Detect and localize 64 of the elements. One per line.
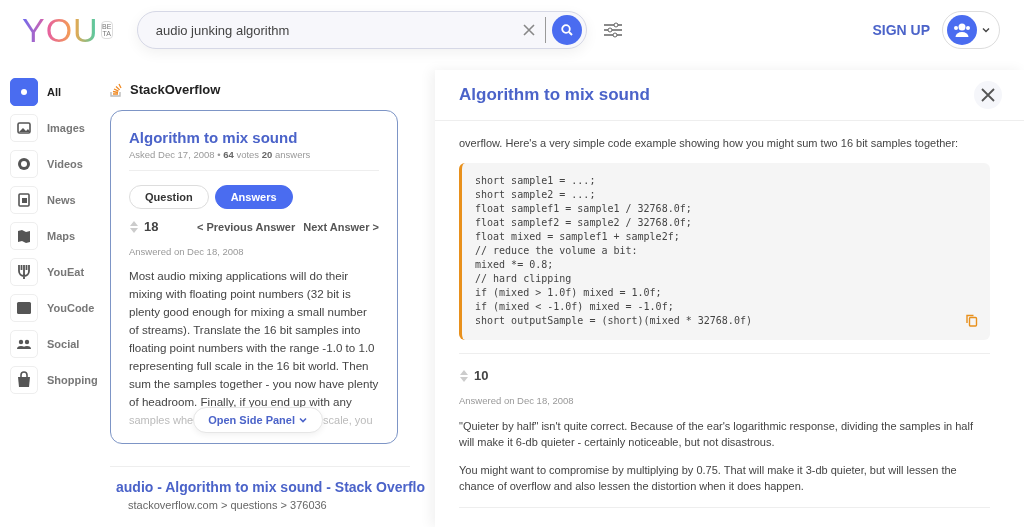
maps-icon bbox=[10, 222, 38, 250]
code-line: short outputSample = (short)(mixed * 32768.0f) bbox=[475, 314, 752, 328]
card-title[interactable]: Algorithm to mix sound bbox=[129, 129, 379, 146]
previous-answer-link[interactable]: < Previous Answer bbox=[196, 220, 296, 233]
close-icon bbox=[522, 24, 535, 36]
open-side-panel-button[interactable]: Open Side Panel bbox=[193, 407, 323, 433]
code-line: float samplef1 = sample1 / 32768.0f; bbox=[475, 202, 692, 216]
answer-text: Most audio mixing applications will do their mixing with floating point numbers (32 bit is plenty good enough for mixing a small number of streams). Translate the 16 bit samples into floating point numbers with the range -1.0 to 1.0 representing full scale in the 16 bit world. Then sum the samples together - you now have plenty of headroom. Finally, if you end up with any bbox=[129, 268, 379, 410]
search-input[interactable]: audio junking algorithm bbox=[153, 21, 513, 39]
sidebar-item[interactable]: Images bbox=[10, 114, 110, 142]
answer-date: Answered on Dec 18, 2008 bbox=[459, 395, 575, 406]
user-group-icon bbox=[947, 15, 977, 45]
code-line: // hard clipping bbox=[475, 272, 572, 286]
sidebar-item[interactable]: Social bbox=[10, 330, 110, 358]
code-line: short sample2 = ...; bbox=[475, 188, 596, 202]
search-field[interactable]: audio junking algorithm bbox=[136, 11, 587, 49]
vote-arrows-icon bbox=[459, 368, 469, 383]
videos-icon bbox=[10, 150, 38, 178]
answer-text: "Quieter by half" isn't quite correct. Because of the ear's logarithmic response, dividing the samples in half will make it 6-db quieter - certainly noticeable, but not disastrous. bbox=[459, 419, 974, 450]
filter-sliders-icon[interactable] bbox=[602, 22, 623, 38]
sign-up-link[interactable]: SIGN UP bbox=[866, 21, 936, 39]
vote-count: 18 bbox=[144, 219, 159, 234]
copy-icon[interactable] bbox=[966, 314, 978, 327]
result-link[interactable]: audio - Algorithm to mix sound - Stack Overflo bbox=[116, 479, 426, 495]
question-meta: Asked Dec 17, 2008 • 64 votes 20 answers bbox=[129, 149, 379, 171]
sidebar-item[interactable]: YouEat bbox=[10, 258, 110, 286]
search-icon bbox=[559, 23, 574, 37]
faded-text: scale, you bbox=[323, 414, 373, 426]
code-line: float mixed = samplef1 + sample2f; bbox=[475, 230, 680, 244]
answer-date: Answered on Dec 18, 2008 bbox=[129, 246, 245, 257]
faded-text: samples whe bbox=[129, 414, 194, 426]
code-line: float samplef2 = sample2 / 32768.0f; bbox=[475, 216, 692, 230]
code-line: if (mixed > 1.0f) mixed = 1.0f; bbox=[475, 286, 662, 300]
shopping-icon bbox=[10, 366, 38, 394]
images-icon bbox=[10, 114, 38, 142]
search-button[interactable] bbox=[551, 15, 582, 45]
next-answer-link[interactable]: Next Answer > bbox=[303, 220, 379, 233]
vote-count: 10 bbox=[474, 368, 489, 383]
answer-text: overflow. Here's a very simple code example showing how you might sum two 16 bit samples together: bbox=[459, 137, 960, 149]
tab[interactable]: Answers bbox=[214, 185, 293, 209]
news-icon bbox=[10, 186, 38, 214]
sidebar-item[interactable]: Shopping bbox=[10, 366, 110, 394]
result-url: stackoverflow.com > questions > 376036 bbox=[128, 499, 328, 511]
chevron-down-icon bbox=[298, 415, 308, 425]
sidebar-item[interactable]: Maps bbox=[10, 222, 110, 250]
code-line: // reduce the volume a bit: bbox=[475, 244, 638, 258]
answer-text: You might want to compromise by multiplying by 0.75. That will make it 3-db quieter, but will lessen the chance of overflow and also lessen the distortion when it does happen. bbox=[459, 463, 958, 494]
panel-title: Algorithm to mix sound bbox=[459, 85, 650, 105]
tab[interactable]: Question bbox=[129, 185, 209, 209]
source-label: StackOverflow bbox=[130, 82, 221, 97]
stack-icon bbox=[110, 82, 122, 97]
sidebar-item[interactable]: All bbox=[10, 78, 110, 106]
vote-arrows-icon bbox=[129, 219, 139, 234]
code-line: mixed *= 0.8; bbox=[475, 258, 554, 272]
sidebar-item[interactable]: YouCode bbox=[10, 294, 110, 322]
close-button[interactable] bbox=[974, 81, 1002, 109]
close-icon bbox=[981, 88, 995, 102]
sidebar-item[interactable]: Videos bbox=[10, 150, 110, 178]
chevron-down-icon bbox=[981, 25, 991, 35]
social-icon bbox=[10, 330, 38, 358]
account-menu[interactable] bbox=[942, 11, 1000, 49]
code-line: short sample1 = ...; bbox=[475, 174, 596, 188]
code-line: if (mixed < -1.0f) mixed = -1.0f; bbox=[475, 300, 674, 314]
sidebar-item[interactable]: News bbox=[10, 186, 110, 214]
